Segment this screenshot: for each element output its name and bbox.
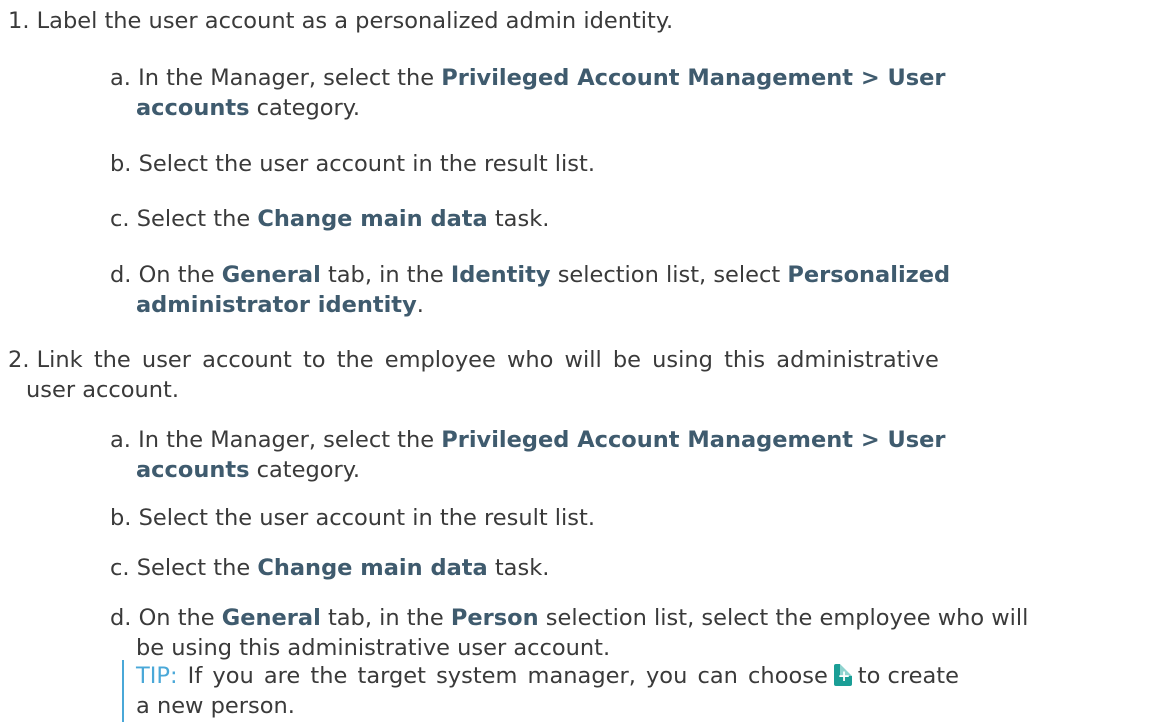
step-2a-letter: a.: [110, 427, 131, 453]
step-1c-text: Select the: [136, 206, 258, 232]
step-2a-suffix: category.: [249, 457, 361, 483]
step-2b: b. Select the user account in the result…: [110, 503, 595, 533]
step-2-text-end: user account.: [26, 377, 180, 403]
step-2a: a. In the Manager, select the Privileged…: [110, 425, 946, 455]
step-1c-letter: c.: [110, 206, 130, 232]
tip-line-2: a new person.: [136, 693, 295, 719]
step-2d-text-3: selection list, select the employee who …: [538, 605, 1029, 631]
step-2d-text-1: On the: [138, 605, 222, 631]
step-1a-text: In the Manager, select the: [138, 65, 442, 91]
step-1a-cont: accounts category.: [136, 93, 360, 123]
tip-label: TIP:: [136, 663, 178, 689]
step-2d-text-end: be using this administrative user accoun…: [136, 635, 611, 661]
step-2d: d. On the General tab, in the Person sel…: [110, 603, 1028, 633]
step-1a-path-end: accounts: [136, 95, 250, 121]
step-1a-letter: a.: [110, 65, 131, 91]
step-1d-letter: d.: [110, 262, 132, 288]
create-person-icon: +: [833, 664, 852, 686]
step-2c-text: Select the: [136, 555, 258, 581]
document-page: 1. Label the user account as a personali…: [0, 0, 1170, 724]
step-1-text: Label the user account as a personalized…: [36, 8, 674, 34]
tip-line-1: TIP: If you are the target system manage…: [136, 661, 959, 691]
step-2b-text: Select the user account in the result li…: [138, 505, 595, 531]
step-1c: c. Select the Change main data task.: [110, 204, 549, 234]
step-1d-value-end: administrator identity: [136, 292, 417, 318]
step-1d-list: Identity: [450, 262, 551, 288]
step-1a-path: Privileged Account Management > User: [441, 65, 946, 91]
step-2a-cont: accounts category.: [136, 455, 360, 485]
step-2-text: Link the user account to the employee wh…: [36, 347, 939, 373]
step-2d-tab: General: [221, 605, 321, 631]
step-2c-letter: c.: [110, 555, 130, 581]
step-2: 2. Link the user account to the employee…: [8, 345, 939, 375]
step-1c-task: Change main data: [257, 206, 488, 232]
step-2c: c. Select the Change main data task.: [110, 553, 549, 583]
tip-text-1: If you are the target system manager, yo…: [177, 663, 828, 689]
step-1b-letter: b.: [110, 151, 132, 177]
step-2c-task: Change main data: [257, 555, 488, 581]
step-1d-text-3: selection list, select: [550, 262, 788, 288]
step-1a: a. In the Manager, select the Privileged…: [110, 63, 946, 93]
step-1b-text: Select the user account in the result li…: [138, 151, 595, 177]
step-2d-letter: d.: [110, 605, 132, 631]
step-1d-tab: General: [221, 262, 321, 288]
step-1a-suffix: category.: [249, 95, 361, 121]
step-1d-cont: administrator identity.: [136, 290, 424, 320]
step-2d-list: Person: [450, 605, 539, 631]
step-2a-path-end: accounts: [136, 457, 250, 483]
step-2a-path: Privileged Account Management > User: [441, 427, 946, 453]
step-1b: b. Select the user account in the result…: [110, 149, 595, 179]
step-2d-text-2: tab, in the: [320, 605, 451, 631]
step-1d: d. On the General tab, in the Identity s…: [110, 260, 950, 290]
step-1c-suffix: task.: [487, 206, 550, 232]
step-2d-cont: be using this administrative user accoun…: [136, 633, 610, 663]
tip-bar: [122, 660, 124, 722]
step-1d-text-2: tab, in the: [320, 262, 451, 288]
tip-text-2: to create: [857, 663, 959, 689]
step-1d-text-1: On the: [138, 262, 222, 288]
step-2-number: 2.: [8, 347, 30, 373]
step-2b-letter: b.: [110, 505, 132, 531]
step-1: 1. Label the user account as a personali…: [8, 6, 673, 36]
step-1-number: 1.: [8, 8, 30, 34]
step-2a-text: In the Manager, select the: [138, 427, 442, 453]
step-1d-value: Personalized: [787, 262, 951, 288]
step-2c-suffix: task.: [487, 555, 550, 581]
step-2-cont: user account.: [26, 375, 179, 405]
step-1d-suffix: .: [416, 292, 424, 318]
